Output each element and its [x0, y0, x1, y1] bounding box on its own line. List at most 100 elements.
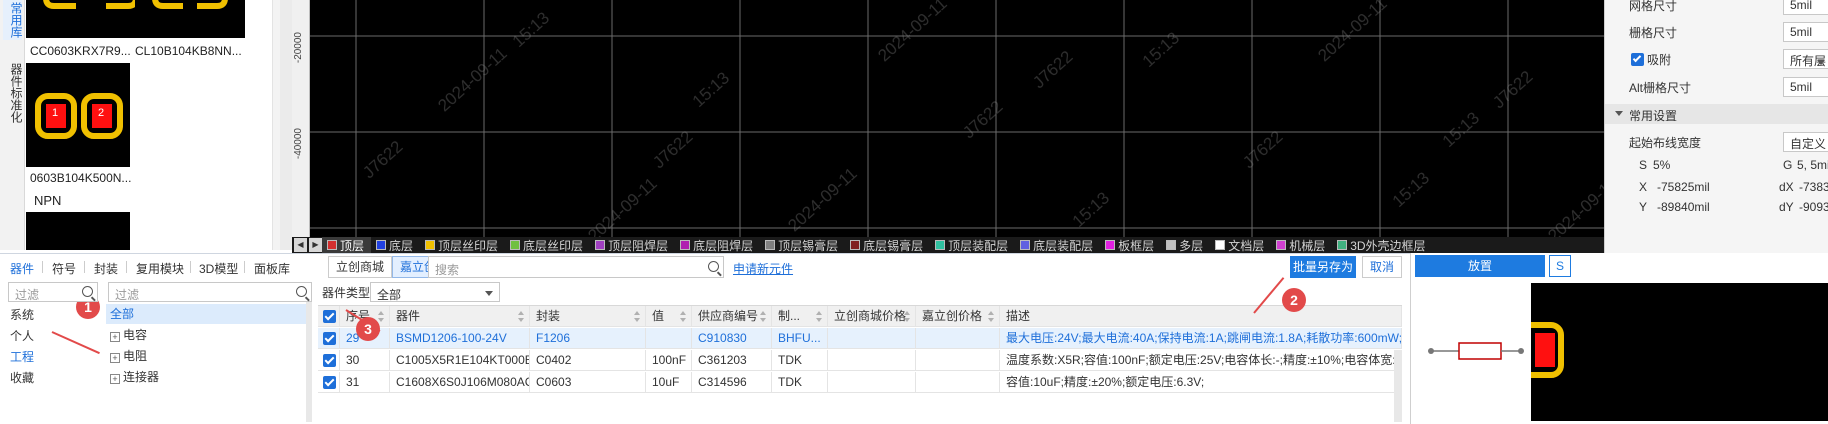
layer-tab[interactable]: 顶层锡膏层: [760, 237, 845, 253]
filter-input[interactable]: 过滤: [108, 282, 312, 302]
owner-item[interactable]: 工程: [10, 348, 34, 365]
tab-lcsc-store[interactable]: 立创商城: [328, 256, 393, 278]
library-scrollbar[interactable]: [272, 0, 280, 250]
tab-panel-library[interactable]: 面板库: [254, 260, 290, 277]
tab-footprints[interactable]: 封装: [94, 260, 118, 277]
layer-name: 机械层: [1289, 238, 1326, 253]
layer-color-swatch: [1105, 240, 1116, 250]
row-checkbox[interactable]: [323, 332, 336, 345]
library-vertical-tabs: 常用库 器件标准化: [0, 0, 25, 250]
layer-tab[interactable]: 顶层丝印层: [420, 237, 505, 253]
tab-3d-models[interactable]: 3D模型: [199, 260, 238, 277]
table-row[interactable]: 29 BSMD1206-100-24V F1206 C910830 BHFU... 最大电…: [318, 328, 1402, 349]
tree-item[interactable]: 全部: [106, 304, 306, 324]
component-type-select[interactable]: 全部: [370, 282, 500, 302]
layer-tab[interactable]: 底层丝印层: [505, 237, 590, 253]
column-header[interactable]: 封装: [530, 306, 646, 327]
thumbnail-cl10b104[interactable]: [135, 0, 245, 38]
owner-item[interactable]: 个人: [10, 327, 34, 344]
fence-size-input[interactable]: 5mil: [1783, 22, 1828, 42]
layer-color-swatch: [510, 240, 521, 250]
layer-tab[interactable]: 机械层: [1271, 237, 1332, 253]
layer-tab[interactable]: 底层: [371, 237, 420, 253]
layer-tab[interactable]: 文档层: [1210, 237, 1271, 253]
filter-input[interactable]: 过滤: [8, 282, 98, 302]
tree-item[interactable]: + 连接器: [106, 367, 306, 387]
sort-icon[interactable]: [518, 311, 525, 322]
table-row[interactable]: 31 C1608X6S0J106M080AC C0603 10uF C314596 TDK…: [318, 372, 1402, 393]
chevron-down-icon: [485, 291, 493, 296]
tab-symbols[interactable]: 符号: [52, 260, 76, 277]
column-header[interactable]: 立创商城价格: [828, 306, 916, 327]
layer-tab[interactable]: 顶层装配层: [930, 237, 1015, 253]
expand-icon[interactable]: +: [110, 353, 120, 363]
layer-tab[interactable]: 顶层阻焊层: [590, 237, 675, 253]
layer-name: 顶层阻焊层: [608, 238, 669, 253]
layer-color-swatch: [595, 240, 606, 250]
column-header[interactable]: 嘉立创价格: [916, 306, 1000, 327]
column-header-label: 嘉立创价格: [922, 309, 983, 323]
apply-new-component-link[interactable]: 申请新元件: [733, 260, 793, 277]
alt-grid-input[interactable]: 5mil: [1783, 77, 1828, 97]
tab-components[interactable]: 器件: [10, 260, 34, 277]
layer-tab[interactable]: 底层装配层: [1015, 237, 1100, 253]
common-settings-section[interactable]: 常用设置: [1605, 104, 1828, 124]
library-thumbnail-panel: CC0603KRX7R9... CL10B104KB8NN... 1 2 060…: [25, 0, 280, 250]
layer-tab[interactable]: 底层锡膏层: [845, 237, 930, 253]
row-checkbox[interactable]: [323, 354, 336, 367]
grid-size-input[interactable]: 5mil: [1783, 0, 1828, 15]
place-button[interactable]: 放置: [1415, 255, 1545, 277]
expand-icon[interactable]: +: [110, 332, 120, 342]
table-scrollbar[interactable]: [1394, 350, 1402, 422]
sort-icon[interactable]: [904, 311, 911, 322]
layer-tab[interactable]: 多层: [1161, 237, 1210, 253]
sort-icon[interactable]: [816, 311, 823, 322]
search-icon[interactable]: [296, 286, 307, 297]
layer-color-swatch: [1276, 240, 1287, 250]
layer-tab[interactable]: 3D外壳边框层: [1332, 237, 1432, 253]
column-header[interactable]: 器件: [390, 306, 530, 327]
owner-item[interactable]: 系统: [10, 306, 34, 323]
table-row[interactable]: 30 C1005X5R1E104KT000E C0402 100nF C361203 TD…: [318, 350, 1402, 371]
tab-component-standardization[interactable]: 器件标准化: [3, 55, 23, 130]
search-input[interactable]: 搜索: [428, 256, 724, 278]
batch-save-as-button[interactable]: 批量另存为: [1290, 256, 1356, 278]
column-header[interactable]: 描述: [1000, 306, 1402, 327]
owner-item[interactable]: 收藏: [10, 369, 34, 386]
sort-icon[interactable]: [634, 311, 641, 322]
layer-tab[interactable]: 板框层: [1100, 237, 1161, 253]
layer-next-arrow[interactable]: ▶: [309, 238, 322, 252]
tab-common-library[interactable]: 常用库: [3, 0, 23, 40]
tree-item[interactable]: + 电阻: [106, 346, 306, 366]
column-header[interactable]: 值: [646, 306, 692, 327]
collapse-icon: [1615, 111, 1623, 116]
search-icon[interactable]: [82, 286, 93, 297]
column-header[interactable]: 制...: [772, 306, 828, 327]
s-button[interactable]: S: [1549, 255, 1571, 277]
cancel-button[interactable]: 取消: [1362, 256, 1402, 278]
layer-color-swatch: [376, 240, 387, 250]
select-all-checkbox[interactable]: [323, 310, 336, 323]
column-header[interactable]: 供应商编号: [692, 306, 772, 327]
layer-tab[interactable]: 底层阻焊层: [675, 237, 760, 253]
search-icon[interactable]: [708, 261, 719, 272]
snap-layer-select[interactable]: 所有层: [1783, 49, 1828, 69]
sort-icon[interactable]: [760, 311, 767, 322]
tree-scrollbar[interactable]: [306, 282, 312, 422]
row-checkbox[interactable]: [323, 376, 336, 389]
sort-icon[interactable]: [988, 311, 995, 322]
sort-icon[interactable]: [680, 311, 687, 322]
expand-icon[interactable]: +: [110, 374, 120, 384]
panel-splitter[interactable]: [280, 0, 292, 250]
pcb-canvas[interactable]: J7622 15:13 2024-09-11 15:13 2024-09-11 2024-…: [310, 0, 1604, 237]
thumbnail-0603b104[interactable]: 1 2: [26, 63, 130, 167]
sort-icon[interactable]: [378, 311, 385, 322]
tab-reuse-modules[interactable]: 复用模块: [136, 260, 184, 277]
layer-prev-arrow[interactable]: ◀: [294, 238, 307, 252]
snap-checkbox[interactable]: [1631, 53, 1644, 66]
layer-tab[interactable]: 顶层: [322, 237, 372, 253]
thumbnail-npn[interactable]: [26, 212, 130, 250]
start-width-select[interactable]: 自定义: [1783, 132, 1828, 152]
layer-name: 顶层丝印层: [438, 238, 499, 253]
tree-item[interactable]: + 电容: [106, 325, 306, 345]
